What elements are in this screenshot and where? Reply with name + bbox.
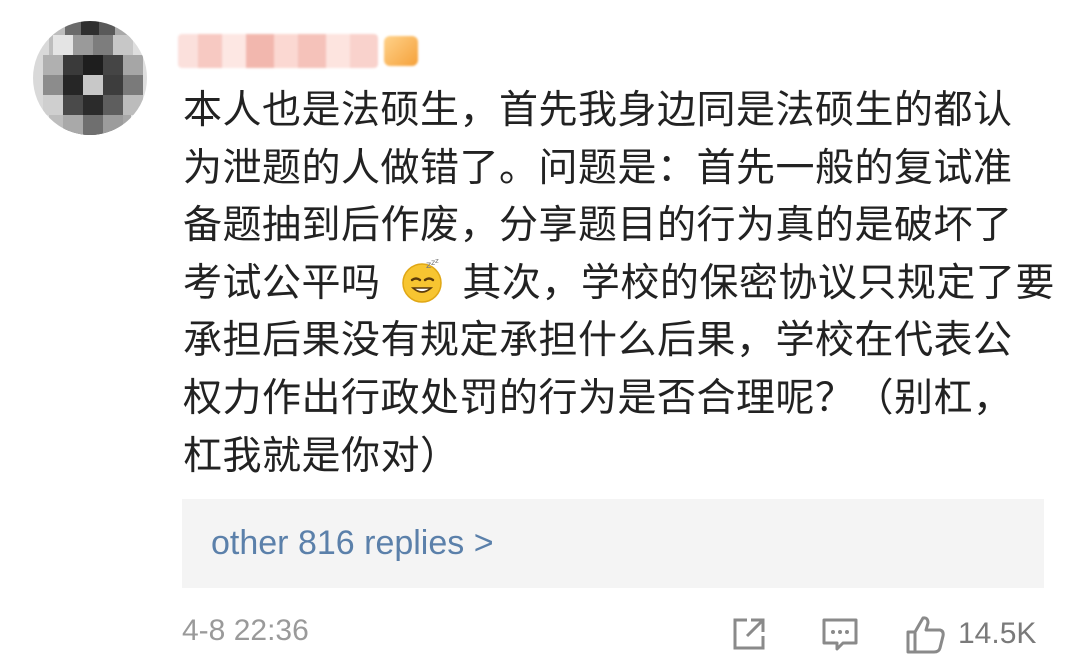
comment-footer: 4-8 22:36 14.5K	[182, 606, 1044, 662]
comment-line-with-emoji: 考试公平吗 z z z 其次，学校的保密协议只规定了要	[183, 255, 1055, 313]
comment-line: 备题抽到后作废，分享题目的行为真的是破坏了	[183, 203, 1013, 249]
comment-text: 本人也是法硕生，首先我身边同是法硕生的都认 为泄题的人做错了。问题是：首先一般的…	[183, 82, 1055, 485]
thumbs-up-icon	[906, 616, 945, 654]
comment-line: 杠我就是你对）	[183, 433, 460, 479]
more-replies-link[interactable]: other 816 replies >	[211, 524, 494, 563]
comment-line: 本人也是法硕生，首先我身边同是法硕生的都认	[183, 88, 1013, 133]
replies-box[interactable]: other 816 replies >	[182, 499, 1044, 588]
comment-segment: 考试公平吗	[183, 260, 381, 306]
comment-icon[interactable]	[818, 612, 862, 656]
vip-badge-icon	[384, 36, 418, 66]
timestamp: 4-8 22:36	[182, 614, 309, 647]
share-icon[interactable]	[727, 612, 771, 656]
like-count: 14.5K	[958, 617, 1037, 650]
avatar[interactable]	[33, 21, 147, 135]
comment-line: 为泄题的人做错了。问题是：首先一般的复试准	[183, 145, 1013, 191]
comment-line: 承担后果没有规定承担什么后果，学校在代表公	[183, 318, 1013, 364]
username-blurred	[178, 34, 378, 68]
comment-line: 权力作出行政处罚的行为是否合理呢？（别杠，	[183, 375, 1013, 421]
comment-segment: 其次，学校的保密协议只规定了要	[462, 260, 1055, 306]
svg-text:z: z	[435, 258, 439, 265]
sweat-smile-emoji: z z z	[402, 258, 443, 303]
like-button[interactable]: 14.5K	[904, 610, 1036, 658]
username[interactable]	[178, 30, 418, 72]
